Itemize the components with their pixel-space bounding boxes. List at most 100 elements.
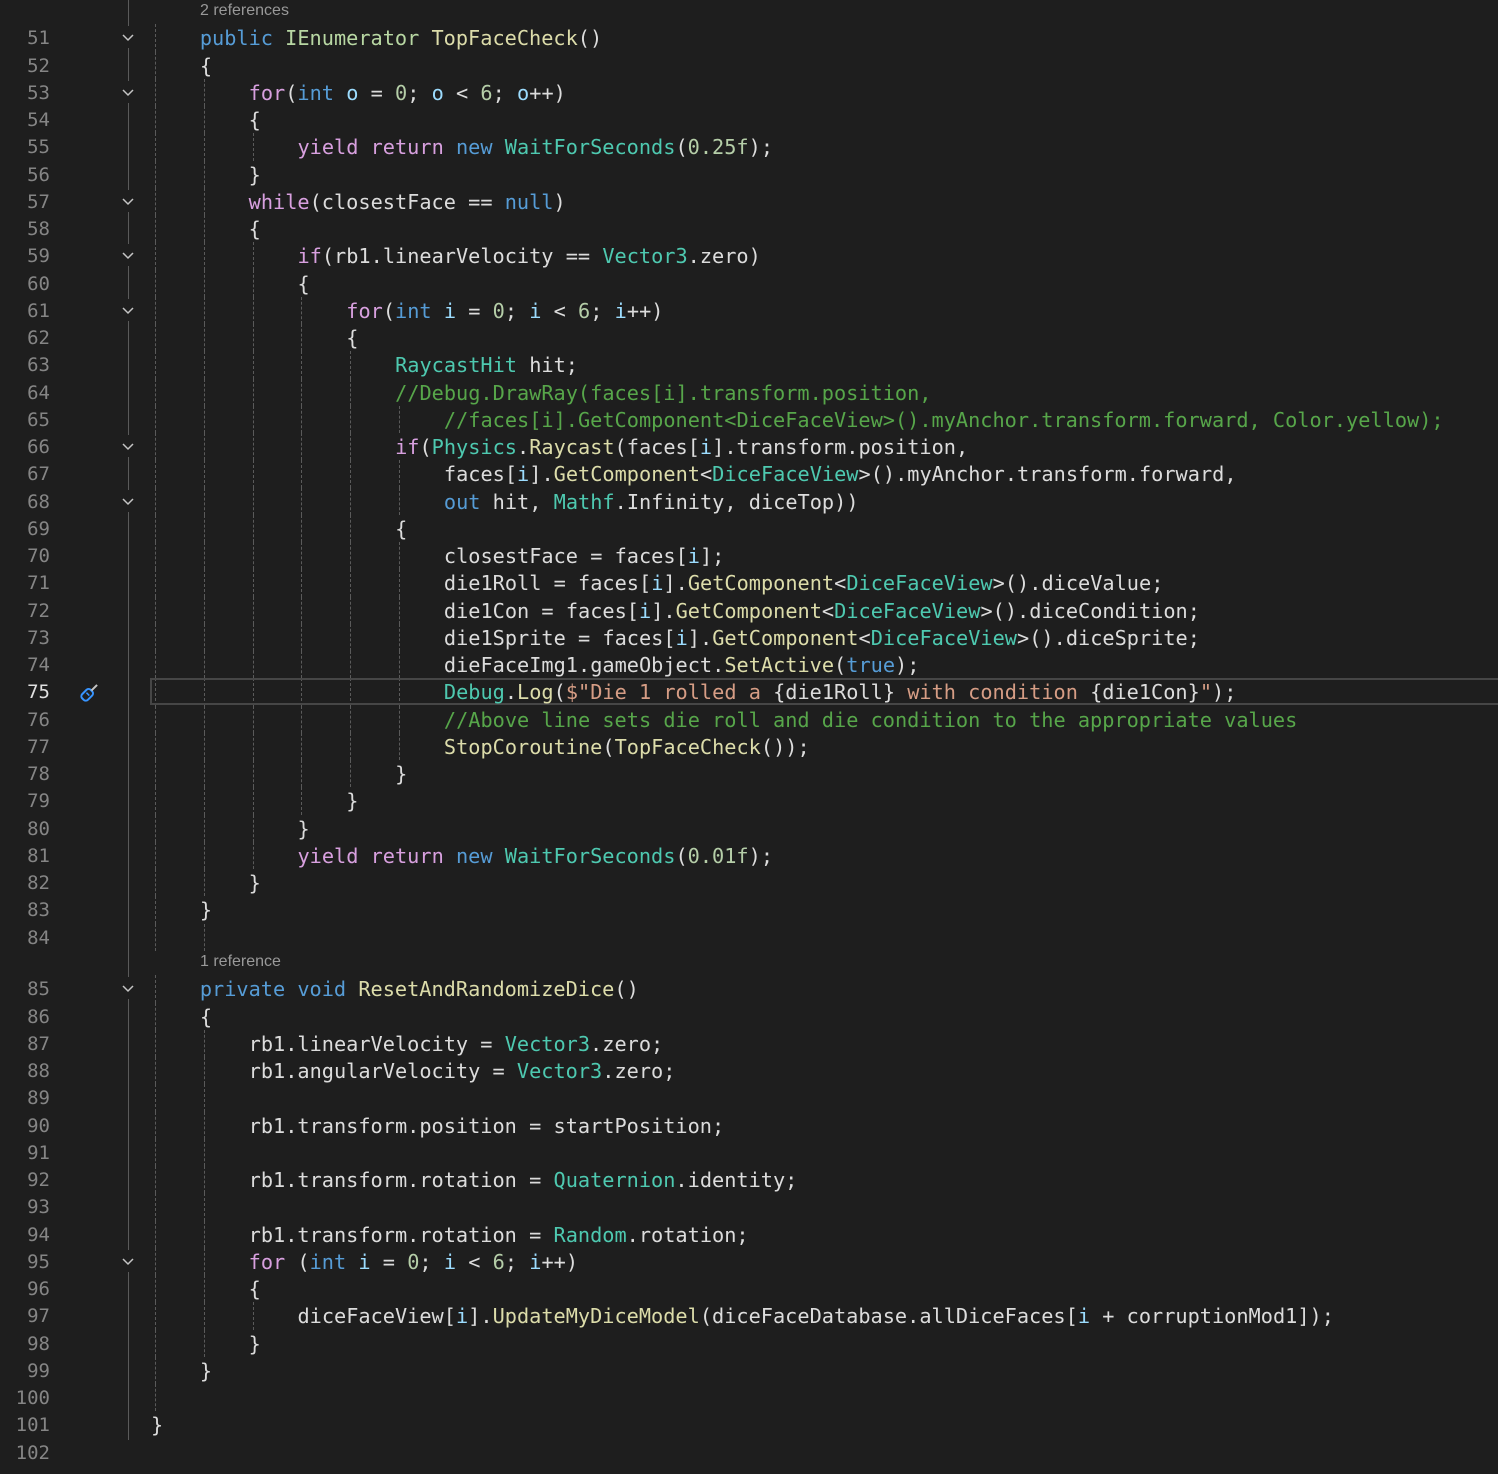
- code-text[interactable]: {: [151, 108, 261, 132]
- code-text[interactable]: for(int i = 0; i < 6; i++): [151, 299, 663, 323]
- code-line[interactable]: 61 for(int i = 0; i < 6; i++): [0, 296, 1498, 325]
- code-line[interactable]: 80 }: [0, 814, 1498, 842]
- code-line[interactable]: 99 }: [0, 1356, 1498, 1385]
- code-text[interactable]: {: [151, 54, 212, 78]
- code-text[interactable]: }: [151, 1359, 212, 1383]
- code-line[interactable]: 87 rb1.linearVelocity = Vector3.zero;: [0, 1029, 1498, 1058]
- code-line[interactable]: 59 if(rb1.linearVelocity == Vector3.zero…: [0, 242, 1498, 270]
- code-text[interactable]: out hit, Mathf.Infinity, diceTop)): [151, 490, 859, 514]
- code-line[interactable]: 62 {: [0, 324, 1498, 352]
- code-line[interactable]: 83 }: [0, 896, 1498, 924]
- code-line[interactable]: 101}: [0, 1411, 1498, 1438]
- chevron-down-icon[interactable]: [120, 189, 136, 212]
- code-line[interactable]: 102: [0, 1439, 1498, 1466]
- code-text[interactable]: {: [151, 1005, 212, 1029]
- code-line[interactable]: 85 private void ResetAndRandomizeDice(): [0, 975, 1498, 1003]
- code-text[interactable]: while(closestFace == null): [151, 190, 566, 214]
- code-text[interactable]: faces[i].GetComponent<DiceFaceView>().my…: [151, 462, 1237, 486]
- code-line[interactable]: 77 StopCoroutine(TopFaceCheck());: [0, 732, 1498, 761]
- code-text[interactable]: yield return new WaitForSeconds(0.25f);: [151, 135, 773, 159]
- code-text[interactable]: }: [151, 762, 407, 786]
- chevron-down-icon[interactable]: [120, 1249, 136, 1272]
- code-text[interactable]: for(int o = 0; o < 6; o++): [151, 81, 566, 105]
- code-text[interactable]: yield return new WaitForSeconds(0.01f);: [151, 844, 773, 868]
- code-line[interactable]: 63 RaycastHit hit;: [0, 351, 1498, 379]
- code-line[interactable]: 100: [0, 1384, 1498, 1412]
- chevron-down-icon[interactable]: [120, 298, 136, 321]
- code-line[interactable]: 52 {: [0, 51, 1498, 79]
- code-text[interactable]: dieFaceImg1.gameObject.SetActive(true);: [151, 653, 920, 677]
- code-line[interactable]: 81 yield return new WaitForSeconds(0.01f…: [0, 841, 1498, 870]
- code-line[interactable]: 91: [0, 1138, 1498, 1167]
- code-text[interactable]: die1Roll = faces[i].GetComponent<DiceFac…: [151, 571, 1164, 595]
- code-line[interactable]: 53 for(int o = 0; o < 6; o++): [0, 78, 1498, 107]
- code-text[interactable]: if(Physics.Raycast(faces[i].transform.po…: [151, 435, 968, 459]
- chevron-down-icon[interactable]: [120, 80, 136, 103]
- codelens-references-link[interactable]: 1 reference: [200, 953, 281, 971]
- code-line[interactable]: 78 }: [0, 760, 1498, 788]
- code-line[interactable]: 58 {: [0, 215, 1498, 243]
- code-text[interactable]: die1Sprite = faces[i].GetComponent<DiceF…: [151, 626, 1200, 650]
- code-text[interactable]: {: [151, 326, 358, 350]
- code-line[interactable]: 72 die1Con = faces[i].GetComponent<DiceF…: [0, 596, 1498, 624]
- code-line[interactable]: 69 {: [0, 514, 1498, 543]
- code-line[interactable]: 84: [0, 923, 1498, 951]
- code-text[interactable]: {: [151, 1277, 261, 1301]
- code-text[interactable]: die1Con = faces[i].GetComponent<DiceFace…: [151, 599, 1200, 623]
- code-text[interactable]: StopCoroutine(TopFaceCheck());: [151, 735, 810, 759]
- code-text[interactable]: {: [151, 272, 309, 296]
- code-text[interactable]: }: [151, 898, 212, 922]
- code-text[interactable]: Debug.Log($"Die 1 rolled a {die1Roll} wi…: [151, 680, 1237, 704]
- chevron-down-icon[interactable]: [120, 977, 136, 1000]
- code-line[interactable]: 96 {: [0, 1275, 1498, 1303]
- code-text[interactable]: {: [151, 517, 407, 541]
- code-text[interactable]: }: [151, 163, 261, 187]
- code-line[interactable]: 79 }: [0, 787, 1498, 815]
- code-line[interactable]: 74 dieFaceImg1.gameObject.SetActive(true…: [0, 651, 1498, 679]
- code-line[interactable]: 71 die1Roll = faces[i].GetComponent<Dice…: [0, 569, 1498, 597]
- code-line[interactable]: 67 faces[i].GetComponent<DiceFaceView>()…: [0, 460, 1498, 488]
- code-line[interactable]: 98 }: [0, 1329, 1498, 1357]
- code-text[interactable]: {: [151, 217, 261, 241]
- code-line[interactable]: 88 rb1.angularVelocity = Vector3.zero;: [0, 1057, 1498, 1085]
- chevron-down-icon[interactable]: [120, 435, 136, 458]
- code-line[interactable]: 66 if(Physics.Raycast(faces[i].transform…: [0, 433, 1498, 461]
- code-line[interactable]: 90 rb1.transform.position = startPositio…: [0, 1111, 1498, 1139]
- code-line[interactable]: 97 diceFaceView[i].UpdateMyDiceModel(dic…: [0, 1302, 1498, 1330]
- chevron-down-icon[interactable]: [120, 244, 136, 267]
- code-text[interactable]: //faces[i].GetComponent<DiceFaceView>().…: [151, 408, 1444, 432]
- code-line[interactable]: 57 while(closestFace == null): [0, 187, 1498, 216]
- code-text[interactable]: }: [151, 1332, 261, 1356]
- code-text[interactable]: public IEnumerator TopFaceCheck(): [151, 26, 602, 50]
- code-line[interactable]: 56 }: [0, 160, 1498, 188]
- code-text[interactable]: rb1.linearVelocity = Vector3.zero;: [151, 1032, 664, 1056]
- code-line[interactable]: 75 Debug.Log($"Die 1 rolled a {die1Roll}…: [0, 678, 1498, 706]
- code-text[interactable]: }: [151, 871, 261, 895]
- code-line[interactable]: 60 {: [0, 269, 1498, 297]
- code-line[interactable]: 54 {: [0, 106, 1498, 134]
- code-line[interactable]: 82 }: [0, 869, 1498, 897]
- code-line[interactable]: 68 out hit, Mathf.Infinity, diceTop)): [0, 487, 1498, 515]
- code-line[interactable]: 86 {: [0, 1002, 1498, 1030]
- code-text[interactable]: //Debug.DrawRay(faces[i].transform.posit…: [151, 381, 931, 405]
- code-text[interactable]: rb1.transform.position = startPosition;: [151, 1114, 725, 1138]
- code-line[interactable]: 76 //Above line sets die roll and die co…: [0, 705, 1498, 733]
- code-line[interactable]: 64 //Debug.DrawRay(faces[i].transform.po…: [0, 378, 1498, 406]
- code-text[interactable]: for (int i = 0; i < 6; i++): [151, 1250, 578, 1274]
- codelens-references-link[interactable]: 2 references: [200, 2, 289, 20]
- code-text[interactable]: rb1.transform.rotation = Random.rotation…: [151, 1223, 749, 1247]
- code-text[interactable]: RaycastHit hit;: [151, 353, 578, 377]
- code-text[interactable]: }: [151, 817, 309, 841]
- code-line[interactable]: 55 yield return new WaitForSeconds(0.25f…: [0, 133, 1498, 161]
- code-text[interactable]: if(rb1.linearVelocity == Vector3.zero): [151, 244, 760, 268]
- code-line[interactable]: 94 rb1.transform.rotation = Random.rotat…: [0, 1220, 1498, 1248]
- code-line[interactable]: 95 for (int i = 0; i < 6; i++): [0, 1247, 1498, 1276]
- code-line[interactable]: 93: [0, 1193, 1498, 1221]
- code-line[interactable]: 89: [0, 1084, 1498, 1112]
- chevron-down-icon[interactable]: [120, 26, 136, 49]
- screwdriver-icon[interactable]: [76, 678, 104, 705]
- code-line[interactable]: 73 die1Sprite = faces[i].GetComponent<Di…: [0, 623, 1498, 652]
- code-text[interactable]: }: [151, 1413, 163, 1437]
- code-line[interactable]: 70 closestFace = faces[i];: [0, 542, 1498, 570]
- code-text[interactable]: diceFaceView[i].UpdateMyDiceModel(diceFa…: [151, 1304, 1334, 1328]
